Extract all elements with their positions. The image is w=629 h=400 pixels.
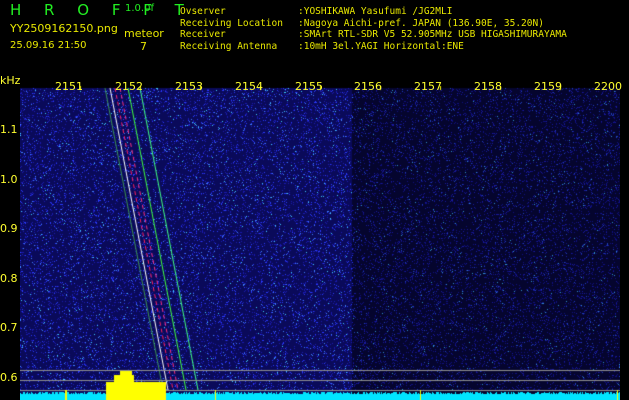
x-tick-label: 2157 — [414, 80, 442, 93]
app-title: H R O F F T — [10, 1, 193, 19]
datetime-label: 25.09.16 21:50 — [10, 40, 87, 51]
info-row: Receiving Location :Nagoya Aichi-pref. JA… — [180, 18, 567, 30]
x-tick-label: 2156 — [354, 80, 382, 93]
y-tick-label: 0.6 — [0, 371, 18, 384]
info-row: Receiver :SMArt RTL-SDR V5 52.905MHz USB … — [180, 29, 567, 41]
y-tick-label: 1.1 — [0, 123, 18, 136]
spectrogram — [20, 80, 620, 400]
x-tick-label: 2153 — [175, 80, 203, 93]
info-label: Ovserver — [180, 6, 226, 17]
x-tick-label: 2154 — [235, 80, 263, 93]
info-label: Receiver — [180, 29, 226, 41]
info-value: :Nagoya Aichi-pref. JAPAN (136.90E, 35.2… — [298, 17, 544, 29]
info-row: Ovserver :YOSHIKAWA Yasufumi /JG2MLI — [180, 6, 567, 18]
x-tick-label: 2158 — [474, 80, 502, 93]
info-row: Receiving Antenna :10mH 3el.YAGI Horizont… — [180, 41, 567, 53]
y-tick-label: 1.0 — [0, 173, 18, 186]
x-tick-label: 2200 — [594, 80, 622, 93]
x-tick-label: 2159 — [534, 80, 562, 93]
info-value: :10mH 3el.YAGI Horizontal:ENE — [298, 40, 464, 52]
station-info: Ovserver:YOSHIKAWA Yasufumi /JG2MLI Recei… — [180, 6, 567, 52]
filename-label: YY2509162150.png — [10, 22, 118, 35]
y-tick-label: 0.7 — [0, 321, 18, 334]
meteor-label: meteor — [124, 27, 164, 40]
y-axis-unit: kHz — [0, 74, 21, 87]
x-tick-label: 2155 — [295, 80, 323, 93]
y-tick-label: 0.9 — [0, 222, 18, 235]
info-label: Receiving Location — [180, 17, 283, 29]
meteor-count: 7 — [140, 40, 147, 53]
y-tick-label: 0.8 — [0, 272, 18, 285]
info-value: :YOSHIKAWA Yasufumi /JG2MLI — [298, 6, 453, 17]
x-tick-label: 2151 — [55, 80, 83, 93]
version-label: 1.0.0f — [125, 3, 154, 14]
info-value: :SMArt RTL-SDR V5 52.905MHz USB HIGASHIM… — [298, 29, 567, 41]
x-tick-label: 2152 — [115, 80, 143, 93]
info-label: Receiving Antenna — [180, 40, 278, 52]
